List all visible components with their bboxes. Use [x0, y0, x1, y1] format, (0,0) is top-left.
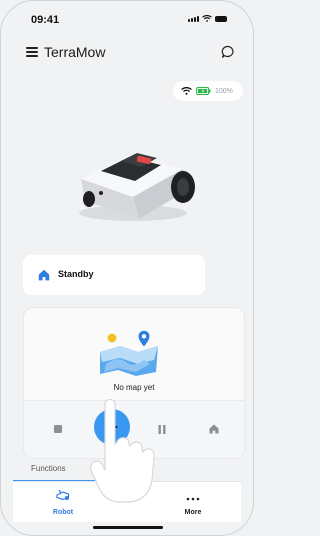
app-title: TerraMow	[44, 44, 106, 60]
phone-screen: 09:41 TerraMow 100% Standby No map yet F…	[0, 0, 254, 536]
system-icons	[188, 15, 227, 22]
cellular-signal-icon	[188, 15, 199, 22]
dock-button[interactable]	[204, 419, 224, 439]
status-time: 09:41	[31, 14, 60, 26]
tab-more-label: More	[184, 509, 202, 516]
connection-status-pill[interactable]: 100%	[173, 81, 243, 101]
stop-button[interactable]	[48, 419, 68, 439]
dock-icon	[209, 424, 219, 434]
phone-battery-icon	[215, 15, 227, 22]
home-icon	[38, 269, 50, 281]
chat-icon[interactable]	[221, 45, 235, 59]
robot-status-card[interactable]: Standby	[23, 255, 205, 295]
tap-hand-pointer	[90, 398, 155, 503]
map-illustration-icon	[100, 330, 158, 376]
pause-icon	[158, 424, 166, 434]
tab-robot-label: Robot	[52, 509, 74, 516]
robot-mower-image	[79, 153, 195, 221]
wifi-status-icon	[202, 15, 212, 22]
wifi-icon	[181, 87, 192, 95]
status-bar: 09:41	[1, 1, 253, 33]
stop-icon	[54, 425, 62, 433]
app-header: TerraMow	[1, 39, 253, 67]
tab-more[interactable]: More	[163, 488, 223, 516]
menu-icon[interactable]	[26, 47, 38, 57]
home-indicator	[93, 526, 163, 529]
more-icon	[186, 497, 200, 501]
tab-robot[interactable]: Robot	[33, 488, 93, 516]
functions-section-label: Functions	[31, 464, 66, 473]
battery-percentage: 100%	[215, 87, 233, 95]
robot-status-text: Standby	[58, 269, 94, 279]
no-map-text: No map yet	[113, 383, 155, 392]
map-area[interactable]: No map yet	[24, 308, 244, 400]
robot-tab-icon	[56, 489, 70, 501]
battery-icon	[196, 87, 211, 95]
